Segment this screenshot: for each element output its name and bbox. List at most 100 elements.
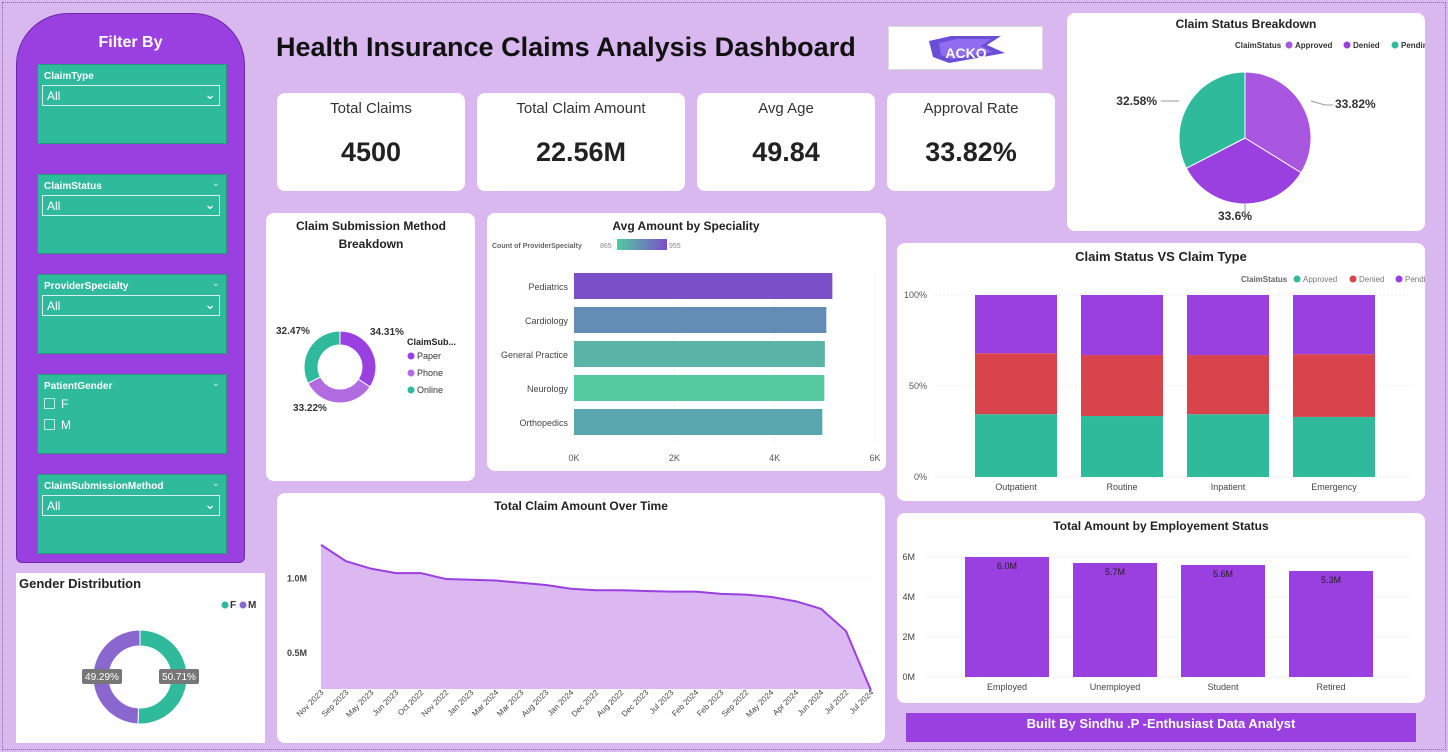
y-tick-label: General Practice xyxy=(501,350,568,360)
leader-line xyxy=(1310,100,1333,106)
legend-title: ClaimStatus xyxy=(1241,275,1288,284)
kpi-label: Avg Age xyxy=(758,100,814,117)
legend-marker xyxy=(1285,41,1293,49)
data-label: 32.47% xyxy=(276,326,310,337)
status-vs-type-stacked-chart: Claim Status VS Claim Type ClaimStatus App… xyxy=(904,249,1434,492)
data-label: 50.71% xyxy=(162,672,196,683)
provider-specialty-dropdown[interactable]: All ⌄ xyxy=(42,295,220,316)
x-tick-label: Emergency xyxy=(1311,482,1357,492)
collapse-caret-icon[interactable]: ⌄ xyxy=(212,178,220,189)
dashboard-title: Health Insurance Claims Analysis Dashboa… xyxy=(276,32,856,62)
y-tick-label: 2M xyxy=(902,632,915,642)
x-tick-label: 0K xyxy=(568,453,579,463)
kpi-value: 22.56M xyxy=(535,137,627,167)
x-tick-label: 4K xyxy=(769,453,780,463)
submission-method-card: Claim Submission Method Breakdown 34.31% 33… xyxy=(266,213,475,481)
x-tick-label: Aug 2023 xyxy=(520,688,551,719)
bar-segment-approved xyxy=(1293,416,1375,477)
y-tick-label: Pediatrics xyxy=(528,282,568,292)
bar-neurology xyxy=(574,375,825,401)
kpi-label: Total Claim Amount xyxy=(516,100,646,117)
company-logo: ACKO xyxy=(888,26,1043,70)
x-tick-label: May 2023 xyxy=(344,688,376,720)
bar-employed xyxy=(965,557,1049,677)
data-label: 33.82% xyxy=(1335,97,1376,111)
legend-item: Approved xyxy=(1295,41,1332,50)
bar-retired xyxy=(1289,571,1373,677)
legend-marker xyxy=(407,386,415,394)
kpi-label: Total Claims xyxy=(330,100,412,117)
submission-method-dropdown[interactable]: All ⌄ xyxy=(42,495,220,516)
x-tick-label: Outpatient xyxy=(995,482,1037,492)
legend-item: Denied xyxy=(1353,41,1380,50)
chart-title: Avg Amount by Speciality xyxy=(612,219,759,233)
bar-orthopedics xyxy=(574,409,823,435)
legend-marker xyxy=(1349,275,1357,283)
x-tick-label: Student xyxy=(1207,682,1239,692)
pie-slice-paper xyxy=(339,330,377,388)
legend-marker xyxy=(407,369,415,377)
legend-item: Pending xyxy=(1401,41,1425,50)
slicer-label: ClaimStatus xyxy=(44,181,102,192)
legend-gradient-bar xyxy=(617,239,667,250)
x-tick-label: Jul 2022 xyxy=(823,688,851,716)
data-label: 33.6% xyxy=(1218,209,1252,223)
status-vs-type-card: Claim Status VS Claim Type ClaimStatus App… xyxy=(897,243,1434,501)
svg-text:ACKO: ACKO xyxy=(945,45,986,61)
y-tick-label: Orthopedics xyxy=(519,418,568,428)
legend-title: ClaimStatus xyxy=(1235,41,1282,50)
claim-type-dropdown[interactable]: All ⌄ xyxy=(42,85,220,106)
pie-slice-online xyxy=(303,330,341,384)
chevron-down-icon: ⌄ xyxy=(204,196,216,212)
bar-student xyxy=(1181,565,1265,677)
legend-item: Pending xyxy=(1405,275,1425,284)
legend-marker xyxy=(1293,275,1301,283)
bar-segment-pending xyxy=(1081,295,1163,356)
bar-cardiology xyxy=(574,307,827,333)
y-tick-label: 4M xyxy=(902,592,915,602)
bar-segment-approved xyxy=(975,414,1057,477)
data-label: 33.22% xyxy=(293,403,327,414)
slicer-label: ProviderSpecialty xyxy=(44,281,129,292)
y-tick-label: 50% xyxy=(909,381,927,391)
chart-title: Breakdown xyxy=(339,237,404,251)
data-label: 5.3M xyxy=(1321,575,1341,585)
gender-distribution-card: Gender Distribution F M 50.71% 49.29% xyxy=(16,573,265,743)
bar-segment-denied xyxy=(1081,355,1163,417)
bar-general-practice xyxy=(574,341,825,367)
chart-title: Claim Status Breakdown xyxy=(1176,17,1317,31)
slicer-label: ClaimSubmissionMethod xyxy=(44,481,164,492)
dropdown-value: All xyxy=(47,199,61,213)
gender-option-f[interactable]: F xyxy=(44,397,68,411)
kpi-value: 49.84 xyxy=(752,137,820,167)
y-tick-label: 1.0M xyxy=(287,574,307,584)
y-tick-label: 6M xyxy=(902,552,915,562)
chart-title: Total Amount by Employement Status xyxy=(1053,519,1269,533)
legend-item: Phone xyxy=(417,368,443,378)
slicer-provider-specialty: ProviderSpecialty ⌄ All ⌄ xyxy=(37,274,227,354)
checkbox-icon xyxy=(44,419,55,430)
claim-status-dropdown[interactable]: All ⌄ xyxy=(42,195,220,216)
collapse-caret-icon[interactable]: ⌄ xyxy=(212,278,220,289)
data-label: 5.6M xyxy=(1213,569,1233,579)
kpi-total-claims: Total Claims 4500 xyxy=(277,93,465,191)
filter-title: Filter By xyxy=(98,34,163,51)
collapse-caret-icon[interactable]: ⌄ xyxy=(212,378,220,389)
bar-segment-denied xyxy=(1293,354,1375,417)
amount-over-time-card: Total Claim Amount Over Time 1.0M 0.5M Nov … xyxy=(277,493,885,743)
avg-amount-bar-chart: Avg Amount by Speciality Count of Provide… xyxy=(492,219,881,463)
kpi-avg-age: Avg Age 49.84 xyxy=(697,93,875,191)
gender-option-m[interactable]: M xyxy=(44,418,71,432)
chart-title: Total Claim Amount Over Time xyxy=(494,499,668,513)
data-label: 49.29% xyxy=(85,672,119,683)
legend-item: F xyxy=(230,600,236,611)
submission-method-donut-chart: Claim Submission Method Breakdown 34.31% 33… xyxy=(276,219,456,414)
amount-over-time-area-chart: Total Claim Amount Over Time 1.0M 0.5M Nov … xyxy=(287,499,876,720)
legend-item: Paper xyxy=(417,351,441,361)
x-tick-label: 2K xyxy=(669,453,680,463)
legend-marker xyxy=(1343,41,1351,49)
collapse-caret-icon[interactable]: ⌄ xyxy=(212,478,220,489)
kpi-label: Approval Rate xyxy=(923,100,1019,117)
x-tick-label: May 2024 xyxy=(744,688,776,720)
bar-segment-denied xyxy=(975,353,1057,415)
